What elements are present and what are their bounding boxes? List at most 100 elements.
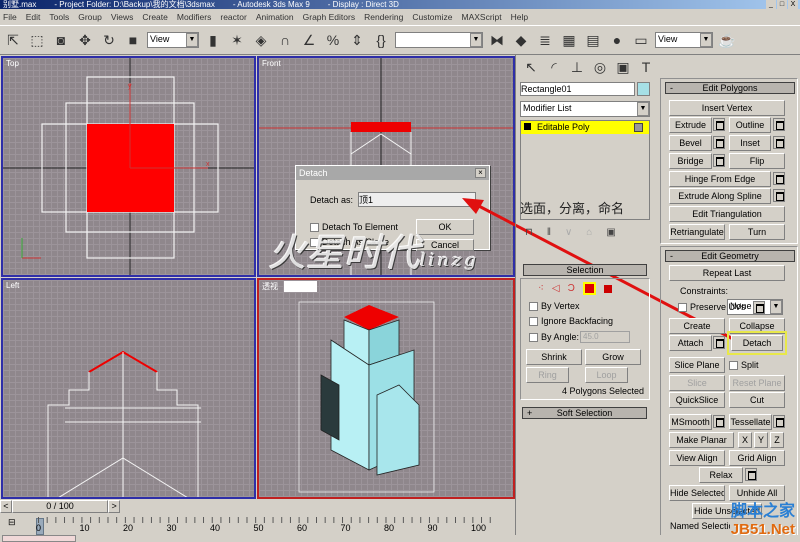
render-view-dropdown[interactable]: View ▼ bbox=[655, 32, 713, 48]
menu-tools[interactable]: Tools bbox=[49, 12, 69, 22]
slice-button[interactable]: Slice bbox=[669, 375, 725, 391]
polygon-icon[interactable] bbox=[582, 282, 596, 295]
layer-icon[interactable]: ≣ bbox=[535, 30, 555, 50]
close-button[interactable]: X bbox=[788, 0, 798, 9]
hinge-from-edge-button[interactable]: Hinge From Edge bbox=[669, 171, 771, 187]
make-unique-icon[interactable]: ∨ bbox=[565, 227, 572, 238]
render-scene-icon[interactable]: ▭ bbox=[631, 30, 651, 50]
move-icon[interactable]: ✥ bbox=[75, 30, 95, 50]
viewport-left[interactable]: Left bbox=[1, 278, 256, 499]
viewport-top[interactable]: Top xy bbox=[1, 56, 256, 277]
snap3-icon[interactable]: ∩ bbox=[275, 30, 295, 50]
menu-create[interactable]: Create bbox=[142, 12, 168, 22]
vertex-icon[interactable]: ⁖ bbox=[538, 283, 544, 294]
extrude-spline-settings-icon[interactable] bbox=[773, 189, 785, 202]
edge-icon[interactable]: ◁ bbox=[552, 283, 560, 294]
outline-settings-icon[interactable] bbox=[773, 118, 785, 131]
menu-maxscript[interactable]: MAXScript bbox=[461, 12, 501, 22]
frame-slider-thumb[interactable]: 0 / 100 bbox=[11, 500, 109, 513]
attach-list-icon[interactable] bbox=[713, 336, 725, 349]
border-icon[interactable]: Ɔ bbox=[568, 283, 575, 294]
extrude-settings-icon[interactable] bbox=[713, 118, 725, 131]
curve-editor-icon[interactable]: ▦ bbox=[559, 30, 579, 50]
by-angle-checkbox[interactable]: By Angle: bbox=[529, 332, 579, 343]
menu-animation[interactable]: Animation bbox=[256, 12, 294, 22]
align-icon[interactable]: ◆ bbox=[511, 30, 531, 50]
bevel-button[interactable]: Bevel bbox=[669, 135, 712, 151]
modify-tab-icon[interactable]: ◜ bbox=[544, 57, 564, 77]
pivot-icon[interactable]: ▮ bbox=[203, 30, 223, 50]
menu-reactor[interactable]: reactor bbox=[220, 12, 246, 22]
mirror-icon[interactable]: ⧓ bbox=[487, 30, 507, 50]
remove-modifier-icon[interactable]: ⌂ bbox=[586, 227, 592, 238]
edit-geometry-rollout-header[interactable]: - Edit Geometry bbox=[665, 250, 795, 262]
configure-sets-icon[interactable]: ▣ bbox=[606, 227, 615, 238]
menu-views[interactable]: Views bbox=[111, 12, 134, 22]
quickslice-button[interactable]: QuickSlice bbox=[669, 392, 725, 408]
edit-polygons-rollout-header[interactable]: - Edit Polygons bbox=[665, 82, 795, 94]
selection-rollout-header[interactable]: Selection bbox=[523, 264, 647, 276]
menu-rendering[interactable]: Rendering bbox=[364, 12, 403, 22]
attach-button[interactable]: Attach bbox=[669, 335, 712, 351]
dialog-close-button[interactable]: × bbox=[475, 168, 486, 178]
material-editor-icon[interactable]: ● bbox=[607, 30, 627, 50]
quick-render-icon[interactable]: ☕ bbox=[717, 30, 737, 50]
motion-tab-icon[interactable]: ◎ bbox=[590, 57, 610, 77]
by-vertex-checkbox[interactable]: By Vertex bbox=[529, 301, 580, 312]
extrude-along-spline-button[interactable]: Extrude Along Spline bbox=[669, 188, 771, 204]
relax-settings-icon[interactable] bbox=[745, 468, 757, 481]
planar-x-button[interactable]: X bbox=[738, 432, 752, 448]
soft-selection-rollout-header[interactable]: + Soft Selection bbox=[522, 407, 647, 419]
manipulate-icon[interactable]: ✶ bbox=[227, 30, 247, 50]
collapse-button[interactable]: Collapse bbox=[729, 318, 785, 334]
edit-triangulation-button[interactable]: Edit Triangulation bbox=[669, 206, 785, 222]
spinner-snap-icon[interactable]: ⇕ bbox=[347, 30, 367, 50]
outline-button[interactable]: Outline bbox=[729, 117, 771, 133]
cut-button[interactable]: Cut bbox=[729, 392, 785, 408]
named-selection-dropdown[interactable]: ▼ bbox=[395, 32, 483, 48]
next-frame-button[interactable]: > bbox=[108, 500, 120, 513]
detach-button[interactable]: Detach bbox=[727, 331, 787, 355]
schematic-icon[interactable]: ▤ bbox=[583, 30, 603, 50]
object-name-input[interactable] bbox=[520, 82, 635, 96]
percent-snap-icon[interactable]: % bbox=[323, 30, 343, 50]
grow-button[interactable]: Grow bbox=[585, 349, 641, 365]
time-slider[interactable]: < 0 / 100 > bbox=[0, 500, 120, 513]
stack-item-editable-poly[interactable]: Editable Poly bbox=[521, 121, 649, 134]
rotate-icon[interactable]: ↻ bbox=[99, 30, 119, 50]
bridge-button[interactable]: Bridge bbox=[669, 153, 712, 169]
hinge-settings-icon[interactable] bbox=[773, 172, 785, 185]
scale-icon[interactable]: ■ bbox=[123, 30, 143, 50]
msmooth-settings-icon[interactable] bbox=[713, 415, 725, 428]
tessellate-button[interactable]: Tessellate bbox=[729, 414, 772, 430]
angle-snap-icon[interactable]: ∠ bbox=[299, 30, 319, 50]
pin-stack-icon[interactable]: ⊓ bbox=[525, 227, 533, 238]
menu-help[interactable]: Help bbox=[511, 12, 528, 22]
grid-align-button[interactable]: Grid Align bbox=[729, 450, 785, 466]
track-bar-icon[interactable]: ⊟ bbox=[8, 517, 22, 529]
planar-z-button[interactable]: Z bbox=[770, 432, 784, 448]
expand-icon[interactable] bbox=[524, 123, 531, 130]
select-region-icon[interactable]: ⇱ bbox=[3, 30, 23, 50]
msmooth-button[interactable]: MSmooth bbox=[669, 414, 712, 430]
rect-select-icon[interactable]: ⬚ bbox=[27, 30, 47, 50]
menu-file[interactable]: File bbox=[3, 12, 17, 22]
create-button[interactable]: Create bbox=[669, 318, 725, 334]
create-tab-icon[interactable]: ↖ bbox=[521, 57, 541, 77]
utilities-tab-icon[interactable]: T bbox=[636, 57, 656, 77]
insert-vertex-button[interactable]: Insert Vertex bbox=[669, 100, 785, 116]
split-checkbox[interactable]: Split bbox=[729, 360, 759, 371]
shrink-button[interactable]: Shrink bbox=[526, 349, 582, 365]
keyboard-icon[interactable]: ◈ bbox=[251, 30, 271, 50]
relax-button[interactable]: Relax bbox=[699, 467, 743, 483]
modifier-list-dropdown[interactable]: Modifier List ▼ bbox=[520, 101, 650, 117]
menu-group[interactable]: Group bbox=[78, 12, 102, 22]
edit-named-sel-icon[interactable]: {} bbox=[371, 30, 391, 50]
minimize-button[interactable]: _ bbox=[766, 0, 776, 9]
repeat-last-button[interactable]: Repeat Last bbox=[669, 265, 785, 281]
extrude-button[interactable]: Extrude bbox=[669, 117, 712, 133]
bridge-settings-icon[interactable] bbox=[713, 154, 725, 167]
turn-button[interactable]: Turn bbox=[729, 224, 785, 240]
maximize-button[interactable]: □ bbox=[777, 0, 787, 9]
object-color-swatch[interactable] bbox=[637, 82, 650, 96]
